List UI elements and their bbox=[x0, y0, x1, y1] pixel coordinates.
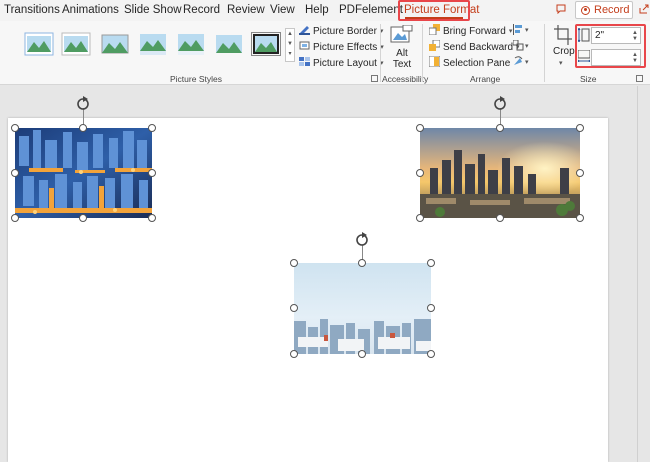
resize-handle[interactable] bbox=[290, 259, 298, 267]
selection-pane-label: Selection Pane bbox=[443, 57, 511, 69]
rotate-icon[interactable] bbox=[354, 232, 370, 248]
picture-effects-icon bbox=[299, 40, 310, 54]
highlight-box-size bbox=[575, 24, 646, 68]
resize-handle[interactable] bbox=[427, 350, 435, 358]
picture-style-2[interactable] bbox=[61, 32, 91, 56]
group-label-size: Size bbox=[580, 74, 597, 84]
picture-style-1[interactable] bbox=[24, 32, 54, 56]
separator bbox=[544, 24, 545, 82]
send-backward-label: Send Backward bbox=[443, 41, 514, 53]
tab-help[interactable]: Help bbox=[305, 4, 329, 16]
slide-canvas bbox=[0, 86, 650, 462]
picture-style-7[interactable] bbox=[251, 32, 281, 56]
share-icon[interactable] bbox=[639, 4, 649, 17]
resize-handle[interactable] bbox=[148, 214, 156, 222]
tab-record[interactable]: Record bbox=[183, 4, 220, 16]
resize-handle[interactable] bbox=[358, 259, 366, 267]
rotate-icon[interactable] bbox=[492, 96, 508, 112]
rotate-icon[interactable] bbox=[75, 96, 91, 112]
resize-handle[interactable] bbox=[416, 169, 424, 177]
picture-style-4[interactable] bbox=[138, 32, 168, 56]
resize-handle[interactable] bbox=[427, 304, 435, 312]
crop-dropdown-caret[interactable]: ▾ bbox=[559, 59, 563, 67]
tab-slide-show[interactable]: Slide Show bbox=[124, 4, 182, 16]
picture-city-night[interactable] bbox=[15, 128, 152, 218]
resize-handle[interactable] bbox=[79, 214, 87, 222]
resize-handle[interactable] bbox=[576, 214, 584, 222]
picture-border-label: Picture Border bbox=[313, 25, 377, 37]
bring-forward-button[interactable]: Bring Forward ▾ bbox=[428, 24, 512, 38]
resize-handle[interactable] bbox=[11, 124, 19, 132]
picture-border-icon bbox=[299, 24, 310, 38]
tab-pdfelement[interactable]: PDFelement bbox=[339, 4, 403, 16]
tab-review[interactable]: Review bbox=[227, 4, 265, 16]
picture-city-day[interactable] bbox=[294, 263, 431, 354]
tab-transitions[interactable]: Transitions bbox=[4, 4, 60, 16]
selection-pane-button[interactable]: Selection Pane bbox=[428, 55, 511, 70]
record-label: Record bbox=[594, 4, 630, 16]
resize-handle[interactable] bbox=[148, 124, 156, 132]
ribbon-tab-bar: Transitions Animations Slide Show Record… bbox=[0, 0, 650, 21]
resize-handle[interactable] bbox=[576, 169, 584, 177]
svg-text:▾: ▾ bbox=[525, 42, 529, 50]
group-label-picture-styles: Picture Styles bbox=[170, 74, 222, 84]
picture-style-5[interactable] bbox=[176, 32, 206, 56]
separator bbox=[380, 24, 381, 82]
crop-button[interactable]: Crop bbox=[553, 46, 575, 57]
resize-handle[interactable] bbox=[416, 124, 424, 132]
svg-text:▾: ▾ bbox=[525, 58, 529, 66]
picture-layout-label: Picture Layout bbox=[313, 57, 377, 69]
resize-handle[interactable] bbox=[576, 124, 584, 132]
resize-handle[interactable] bbox=[11, 169, 19, 177]
picture-style-3[interactable] bbox=[100, 32, 130, 56]
size-launcher[interactable] bbox=[636, 75, 643, 82]
picture-layout-button[interactable]: Picture Layout ▾ bbox=[299, 56, 383, 70]
bring-forward-label: Bring Forward bbox=[443, 25, 506, 37]
resize-handle[interactable] bbox=[11, 214, 19, 222]
alt-text-icon[interactable] bbox=[389, 24, 413, 48]
record-dot-icon bbox=[581, 5, 590, 15]
send-backward-icon bbox=[429, 39, 441, 54]
resize-handle[interactable] bbox=[427, 259, 435, 267]
picture-skyline-sunset[interactable] bbox=[420, 128, 580, 218]
resize-handle[interactable] bbox=[496, 124, 504, 132]
resize-handle[interactable] bbox=[358, 350, 366, 358]
bring-forward-icon bbox=[428, 24, 440, 38]
record-button[interactable]: Record bbox=[575, 1, 633, 19]
highlight-box-tab bbox=[398, 0, 470, 21]
gallery-scroll[interactable]: ▲ ▼ ▾ bbox=[285, 28, 295, 62]
send-backward-button[interactable]: Send Backward ▾ bbox=[429, 39, 520, 54]
tab-view[interactable]: View bbox=[270, 4, 295, 16]
comment-icon[interactable] bbox=[556, 4, 566, 17]
selection-pane-icon bbox=[428, 55, 441, 70]
tab-animations[interactable]: Animations bbox=[62, 4, 119, 16]
picture-effects-label: Picture Effects bbox=[313, 41, 378, 53]
resize-handle[interactable] bbox=[79, 124, 87, 132]
resize-handle[interactable] bbox=[496, 214, 504, 222]
picture-effects-button[interactable]: Picture Effects ▾ bbox=[299, 40, 384, 54]
resize-handle[interactable] bbox=[290, 350, 298, 358]
group-icon[interactable]: ▾ bbox=[512, 39, 531, 54]
vertical-scrollbar[interactable] bbox=[637, 86, 650, 462]
separator bbox=[422, 24, 423, 82]
crop-icon[interactable] bbox=[554, 25, 572, 48]
svg-text:▾: ▾ bbox=[525, 26, 529, 34]
picture-style-6[interactable] bbox=[214, 32, 244, 56]
group-label-arrange: Arrange bbox=[470, 74, 501, 84]
resize-handle[interactable] bbox=[148, 169, 156, 177]
resize-handle[interactable] bbox=[290, 304, 298, 312]
resize-handle[interactable] bbox=[416, 214, 424, 222]
rotate-icon[interactable]: ▾ bbox=[513, 56, 531, 70]
align-icon[interactable]: ▾ bbox=[513, 24, 531, 38]
ribbon: ▲ ▼ ▾ Picture Border ▾ Picture Effects ▾ Pic… bbox=[0, 21, 650, 85]
alt-text-button[interactable]: Alt Text bbox=[392, 48, 412, 70]
picture-layout-icon bbox=[299, 56, 310, 70]
picture-styles-launcher[interactable] bbox=[371, 75, 378, 82]
picture-border-button[interactable]: Picture Border ▾ bbox=[299, 24, 383, 38]
